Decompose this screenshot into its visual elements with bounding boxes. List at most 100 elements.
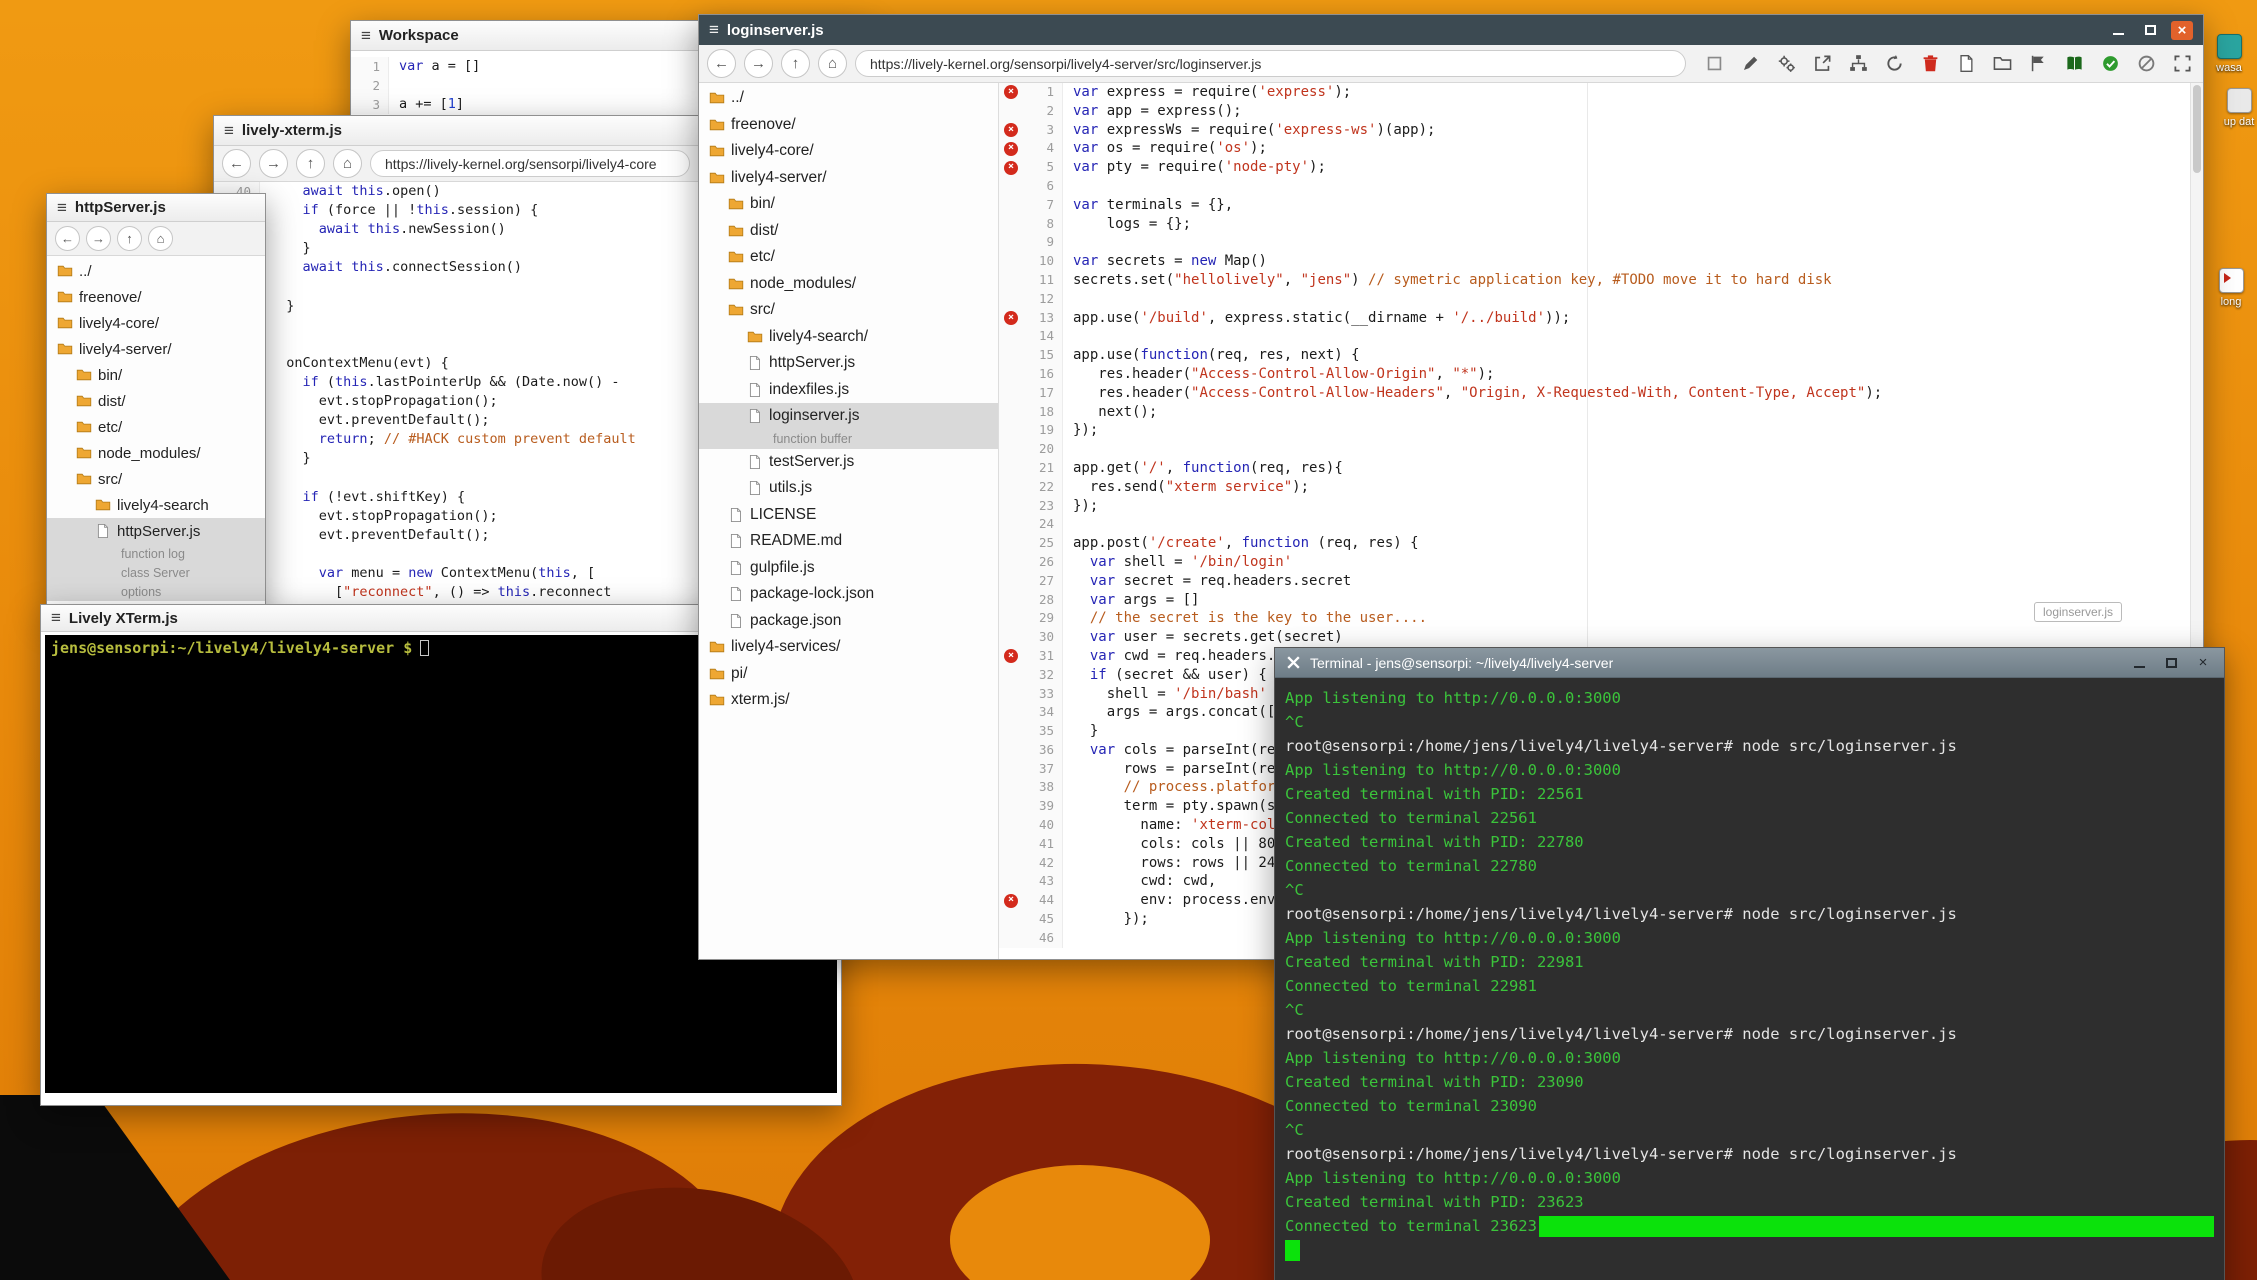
tree-item[interactable]: lively4-search [47, 492, 265, 518]
tree-item[interactable]: lively4-core/ [699, 138, 998, 165]
tree-item[interactable]: node_modules/ [699, 271, 998, 298]
tree-item[interactable]: loginserver.js [699, 403, 998, 430]
home-button[interactable]: ⌂ [148, 226, 173, 251]
up-button[interactable]: ↑ [296, 149, 325, 178]
lively-xterm-editor-window: ≡ lively-xterm.js ← → ↑ ⌂ https://lively-ke… [213, 115, 699, 612]
desktop-icon[interactable]: long [2208, 268, 2254, 308]
tree-subitem[interactable]: options [47, 582, 265, 601]
desktop-icon[interactable]: up dat [2216, 88, 2257, 128]
flag-button[interactable] [2026, 51, 2051, 76]
tree-item[interactable]: httpServer.js [699, 350, 998, 377]
close-button[interactable]: × [2192, 653, 2214, 673]
lively-xterm-editor[interactable]: 40 await this.open()41 if (force || !thi… [214, 182, 698, 611]
window-title: httpServer.js [75, 199, 166, 216]
forward-button[interactable]: → [86, 226, 111, 251]
tree-subitem[interactable]: function log [47, 544, 265, 563]
httpserver-titlebar[interactable]: ≡ httpServer.js [47, 194, 265, 222]
folder-icon [709, 117, 725, 133]
terminal-output[interactable]: App listening to http://0.0.0.0:3000^Cro… [1275, 678, 2224, 1280]
commit-button[interactable] [2098, 51, 2123, 76]
desktop-icon[interactable]: wasa [2206, 34, 2252, 74]
nav-buttons: ← → ↑ ⌂ [222, 149, 362, 178]
up-button[interactable]: ↑ [117, 226, 142, 251]
close-button[interactable]: × [2171, 21, 2193, 40]
tree-item[interactable]: pi/ [699, 661, 998, 688]
tree-item[interactable]: freenove/ [47, 284, 265, 310]
tree-item[interactable]: README.md [699, 528, 998, 555]
tree-item[interactable]: indexfiles.js [699, 377, 998, 404]
page-button[interactable] [1954, 51, 1979, 76]
tree-item-label: bin/ [750, 195, 775, 213]
menu-icon[interactable]: ≡ [51, 608, 61, 628]
back-button[interactable]: ← [55, 226, 80, 251]
minimize-button[interactable] [2107, 20, 2129, 40]
code-line: 55 [214, 468, 698, 487]
folder-icon [728, 196, 744, 212]
forward-button[interactable]: → [259, 149, 288, 178]
tree-item[interactable]: package-lock.json [699, 581, 998, 608]
tree-item[interactable]: bin/ [699, 191, 998, 218]
tree-item[interactable]: freenove/ [699, 112, 998, 139]
lively-xterm-titlebar[interactable]: ≡ lively-xterm.js [214, 116, 698, 146]
tree-item[interactable]: lively4-services/ [699, 634, 998, 661]
sitemap-button[interactable] [1846, 51, 1871, 76]
folder-button[interactable] [1990, 51, 2015, 76]
tree-item-label: httpServer.js [769, 354, 855, 372]
tree-item[interactable]: utils.js [699, 475, 998, 502]
refresh-button[interactable] [1882, 51, 1907, 76]
tree-item[interactable]: src/ [47, 466, 265, 492]
tree-item[interactable]: lively4-server/ [699, 165, 998, 192]
menu-icon[interactable]: ≡ [57, 198, 67, 218]
code-line: 23}); [999, 497, 2203, 516]
maximize-button[interactable] [2160, 653, 2182, 673]
checkbox-icon [1705, 54, 1724, 73]
home-button[interactable]: ⌂ [818, 49, 847, 78]
tree-item[interactable]: ../ [699, 85, 998, 112]
tree-item[interactable]: etc/ [47, 414, 265, 440]
tree-item[interactable]: bin/ [47, 362, 265, 388]
tree-subitem[interactable]: class Server [47, 563, 265, 582]
menu-icon[interactable]: ≡ [709, 20, 719, 40]
url-input[interactable]: https://lively-kernel.org/sensorpi/livel… [370, 150, 690, 177]
maximize-button[interactable] [2139, 20, 2161, 40]
tree-item[interactable]: package.json [699, 608, 998, 635]
tree-item[interactable]: lively4-core/ [47, 310, 265, 336]
loginserver-titlebar[interactable]: ≡ loginserver.js × [699, 15, 2203, 45]
checkbox-button[interactable] [1702, 51, 1727, 76]
home-button[interactable]: ⌂ [333, 149, 362, 178]
httpserver-window: ≡ httpServer.js ←→↑⌂ ../freenove/lively4… [46, 193, 266, 613]
tree-item[interactable]: ../ [47, 258, 265, 284]
tree-item[interactable]: httpServer.js [47, 518, 265, 544]
cancel-button[interactable] [2134, 51, 2159, 76]
url-input[interactable]: https://lively-kernel.org/sensorpi/livel… [855, 50, 1686, 77]
forward-button[interactable]: → [744, 49, 773, 78]
menu-icon[interactable]: ≡ [224, 121, 234, 141]
tree-item[interactable]: src/ [699, 297, 998, 324]
tree-item[interactable]: xterm.js/ [699, 687, 998, 714]
code-line: 61 ["reconnect", () => this.reconnect [214, 583, 698, 602]
back-button[interactable]: ← [707, 49, 736, 78]
tree-item[interactable]: lively4-server/ [47, 336, 265, 362]
brush-button[interactable] [1738, 51, 1763, 76]
tree-item[interactable]: gulpfile.js [699, 555, 998, 582]
book-button[interactable] [2062, 51, 2087, 76]
expand-button[interactable] [2170, 51, 2195, 76]
tree-item[interactable]: LICENSE [699, 502, 998, 529]
tree-item[interactable]: testServer.js [699, 449, 998, 476]
minimize-button[interactable] [2128, 653, 2150, 673]
back-button[interactable]: ← [222, 149, 251, 178]
menu-icon[interactable]: ≡ [361, 26, 371, 46]
gears-button[interactable] [1774, 51, 1799, 76]
tree-item[interactable]: etc/ [699, 244, 998, 271]
trash-button[interactable] [1918, 51, 1943, 76]
code-line: 10var secrets = new Map() [999, 252, 2203, 271]
tree-item[interactable]: node_modules/ [47, 440, 265, 466]
external-button[interactable] [1810, 51, 1835, 76]
tree-item[interactable]: dist/ [699, 218, 998, 245]
tree-subitem[interactable]: function buffer [699, 430, 998, 449]
tree-item[interactable]: lively4-search/ [699, 324, 998, 351]
tree-item-label: gulpfile.js [750, 559, 815, 577]
tree-item[interactable]: dist/ [47, 388, 265, 414]
terminal-titlebar[interactable]: Terminal - jens@sensorpi: ~/lively4/live… [1275, 648, 2224, 678]
up-button[interactable]: ↑ [781, 49, 810, 78]
